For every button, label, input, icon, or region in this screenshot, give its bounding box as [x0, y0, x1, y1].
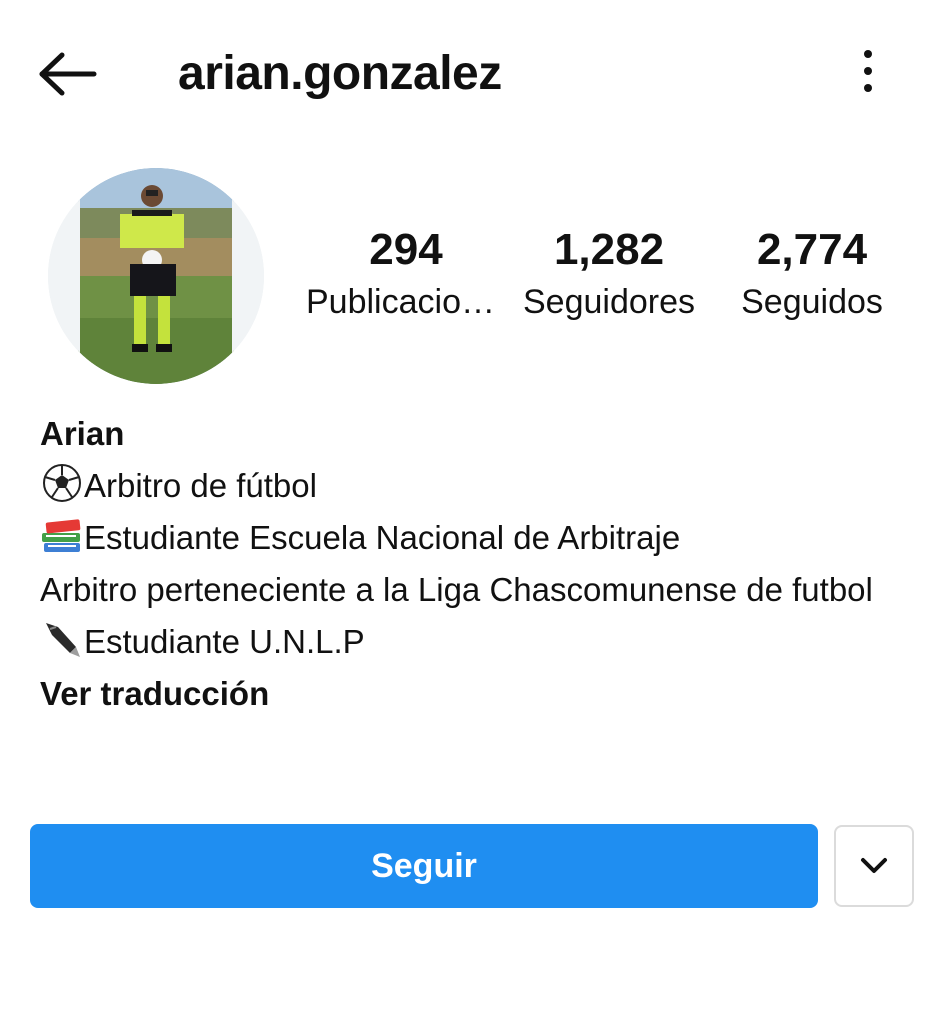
stat-posts[interactable]: 294 Publicaciones [306, 222, 506, 326]
stat-following[interactable]: 2,774 Seguidos [712, 222, 912, 326]
bio-line-2-text: Estudiante Escuela Nacional de Arbitraje [84, 519, 681, 556]
follow-button[interactable]: Seguir [30, 824, 818, 908]
following-label: Seguidos [741, 283, 883, 321]
vertical-dots-icon [864, 50, 872, 58]
see-translation-link[interactable]: Ver traducción [40, 668, 920, 720]
suggestions-dropdown-button[interactable] [834, 825, 914, 907]
followers-count: 1,282 [553, 225, 665, 274]
profile-bio: Arian Arbitro de fútbol Estudiante Escue… [40, 408, 920, 720]
vertical-dots-icon-dot [864, 84, 872, 92]
soccer-ball-icon [43, 464, 81, 502]
more-options-button[interactable] [846, 46, 890, 96]
profile-display-name: Arian [40, 415, 125, 452]
followers-label: Seguidores [522, 283, 695, 321]
profile-header: arian.gonzalez [0, 0, 946, 150]
bio-line-referee: Arbitro de fútbol [40, 460, 920, 512]
following-count: 2,774 [756, 225, 868, 274]
chevron-down-icon [861, 858, 887, 873]
vertical-dots-icon-dot [864, 67, 872, 75]
posts-label: Publicaciones [306, 283, 506, 321]
fountain-pen-icon [46, 623, 80, 657]
bio-line-4-text: Estudiante U.N.L.P [84, 623, 365, 660]
books-icon [42, 519, 81, 552]
bio-line-1-text: Arbitro de fútbol [84, 467, 317, 504]
bio-line-league: Arbitro perteneciente a la Liga Chascomu… [40, 571, 873, 608]
arrow-left-icon [39, 52, 97, 96]
profile-stats: 294 Publicaciones 1,282 Seguidores 2,774… [300, 222, 910, 342]
stat-followers[interactable]: 1,282 Seguidores [509, 222, 709, 326]
profile-username: arian.gonzalez [178, 47, 502, 100]
profile-photo [48, 168, 264, 384]
bio-line-student: Estudiante Escuela Nacional de Arbitraje [40, 512, 920, 564]
avatar[interactable] [48, 168, 264, 384]
bio-line-university: Estudiante U.N.L.P [40, 616, 920, 668]
back-button[interactable] [36, 46, 100, 102]
posts-count: 294 [369, 225, 443, 274]
